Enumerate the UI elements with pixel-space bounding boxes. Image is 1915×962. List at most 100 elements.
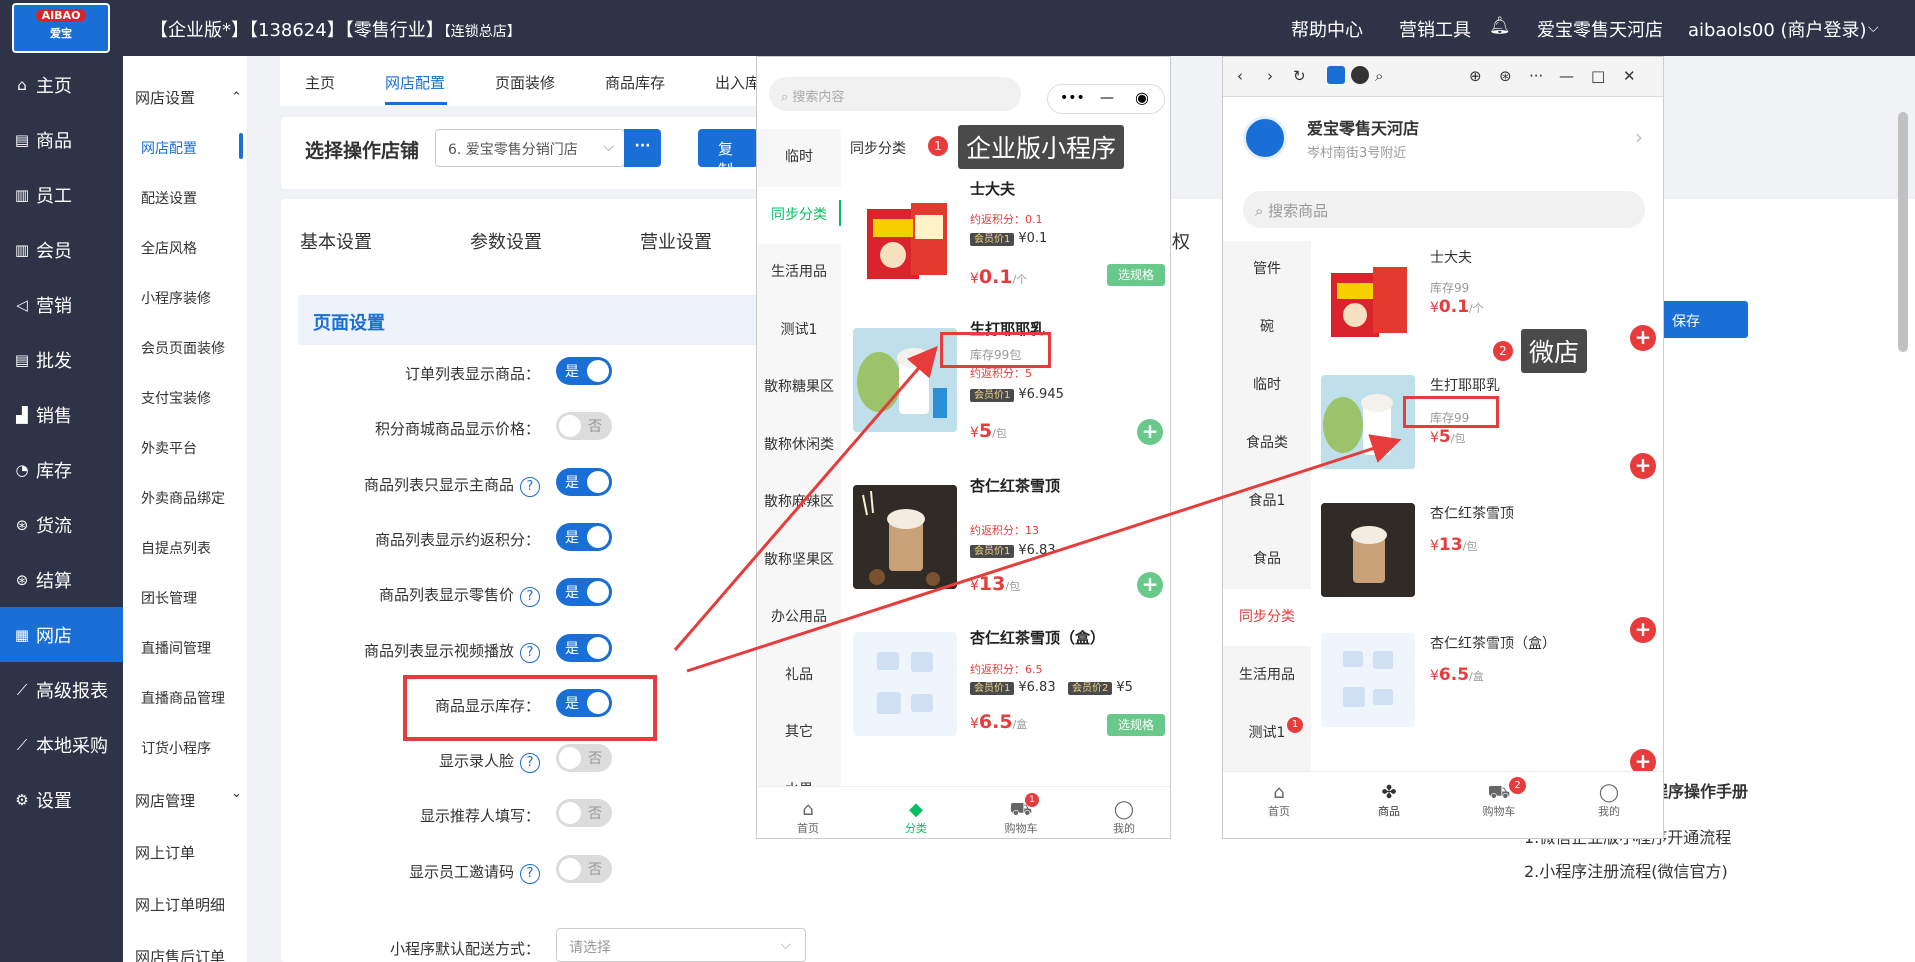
subnav-item-1[interactable]: 配送设置 [141, 188, 197, 208]
manual-link-2[interactable]: 2.小程序注册流程(微信官方) [1524, 858, 1728, 882]
chevron-right-icon[interactable]: › [1635, 125, 1643, 149]
sidebar-item-13[interactable]: ⚙ 设置 [0, 772, 123, 827]
close-icon[interactable]: ✕ [1623, 67, 1636, 85]
page-scrollbar[interactable] [1898, 112, 1908, 352]
product-image[interactable] [1321, 251, 1415, 345]
subnav-item-6[interactable]: 外卖平台 [141, 438, 197, 458]
sidebar-item-2[interactable]: ▥ 员工 [0, 167, 123, 222]
mp-search-input[interactable]: ⌕ 搜索内容 [769, 77, 1021, 111]
copy-button[interactable]: 复制 [698, 129, 758, 179]
ms-category-item[interactable]: 临时 [1223, 357, 1311, 414]
tab-page-decoration[interactable]: 页面装修 [495, 72, 555, 93]
select-spec-button[interactable]: 选规格 [1107, 714, 1165, 736]
subnav-item-5[interactable]: 支付宝装修 [141, 388, 211, 408]
setting-toggle[interactable]: 否 [556, 744, 612, 773]
media-icon[interactable] [1351, 66, 1369, 84]
mp-category-item[interactable]: 礼品 [757, 647, 841, 704]
ms-category-item[interactable]: 食品类 [1223, 415, 1311, 472]
ms-search-input[interactable]: ⌕ 搜索商品 [1243, 191, 1645, 228]
bottom-nav-item-1[interactable]: ✤ 商品 [1359, 783, 1419, 819]
sidebar-item-10[interactable]: ▦ 网店 [0, 607, 123, 662]
setting-toggle[interactable]: 是 [556, 633, 612, 662]
add-to-cart-button[interactable]: + [1630, 617, 1656, 643]
user-menu[interactable]: aibaols00 (商户登录) [1688, 16, 1867, 42]
mp-category-item[interactable]: 临时 [757, 129, 841, 186]
sidebar-item-8[interactable]: ⊛ 货流 [0, 497, 123, 552]
sidebar-item-7[interactable]: ◔ 库存 [0, 442, 123, 497]
tab-shop-config[interactable]: 网店配置 [385, 72, 445, 93]
tab-permission-settings[interactable]: 权 [1172, 228, 1190, 254]
subnav-mgmt-item-2[interactable]: 网店售后订单 [135, 946, 225, 962]
tab-stock-io[interactable]: 出入库 [715, 72, 760, 93]
sidebar-item-1[interactable]: ▤ 商品 [0, 112, 123, 167]
sidebar-item-11[interactable]: ⟋ 高级报表 [0, 662, 123, 717]
subnav-item-8[interactable]: 自提点列表 [141, 538, 211, 558]
add-to-cart-button[interactable]: + [1137, 572, 1163, 598]
store-more-button[interactable]: ··· [624, 129, 661, 167]
add-to-cart-button[interactable]: + [1630, 325, 1656, 351]
globe-icon[interactable]: ⊛ [1499, 67, 1512, 85]
chevron-up-icon[interactable]: ⌃ [231, 90, 242, 105]
mp-category-item[interactable]: 散称麻辣区 [757, 474, 841, 531]
ms-category-item[interactable]: 碗 [1223, 299, 1311, 356]
marketing-tools-link[interactable]: 营销工具 [1399, 16, 1471, 42]
setting-toggle[interactable]: 是 [556, 522, 612, 551]
subnav-mgmt-item-0[interactable]: 网上订单 [135, 842, 195, 863]
setting-toggle[interactable]: 是 [556, 467, 612, 496]
sidebar-item-4[interactable]: ◁ 营销 [0, 277, 123, 332]
tab-param-settings[interactable]: 参数设置 [470, 228, 542, 254]
ms-category-item[interactable]: 测试1 [1223, 705, 1311, 762]
subnav-item-11[interactable]: 直播商品管理 [141, 688, 225, 708]
subnav-item-10[interactable]: 直播间管理 [141, 638, 211, 658]
subnav-item-9[interactable]: 团长管理 [141, 588, 197, 608]
subnav-item-0[interactable]: 网店配置 [141, 138, 197, 158]
help-icon[interactable]: ? [520, 476, 540, 497]
bottom-nav-item-3[interactable]: ◯ 我的 [1579, 783, 1639, 819]
chevron-down-icon[interactable]: ⌄ [231, 786, 242, 801]
ms-category-item[interactable]: 管件 [1223, 241, 1311, 298]
subnav-item-12[interactable]: 订货小程序 [141, 738, 211, 758]
add-to-cart-button[interactable]: + [1630, 453, 1656, 479]
setting-toggle[interactable]: 否 [556, 412, 612, 441]
maximize-icon[interactable]: □ [1591, 67, 1605, 85]
more-icon[interactable]: ••• [1060, 90, 1085, 106]
setting-toggle[interactable]: 是 [556, 578, 612, 607]
bottom-nav-item-3[interactable]: ◯ 我的 [1094, 800, 1154, 836]
store-select[interactable]: 6. 爱宝零售分销门店 ⌵ [435, 129, 625, 167]
reload-icon[interactable]: ↻ [1293, 67, 1306, 85]
add-to-cart-button[interactable]: + [1137, 419, 1163, 445]
bottom-nav-item-0[interactable]: ⌂ 首页 [1249, 783, 1309, 819]
mp-category-item[interactable]: 同步分类 [757, 186, 841, 244]
chevron-down-icon[interactable]: ⌵ [1868, 20, 1879, 36]
sidebar-item-12[interactable]: ⟋ 本地采购 [0, 717, 123, 772]
setting-toggle[interactable]: 是 [556, 357, 612, 385]
minimize-icon[interactable]: — [1559, 67, 1574, 85]
mp-category-item[interactable]: 散称糖果区 [757, 359, 841, 416]
sidebar-item-0[interactable]: ⌂ 主页 [0, 57, 123, 112]
ms-category-item[interactable]: 食品1 [1223, 473, 1311, 530]
ms-category-item[interactable]: 同步分类 [1223, 589, 1311, 646]
mp-category-item[interactable]: 生活用品 [757, 244, 841, 301]
bottom-nav-item-0[interactable]: ⌂ 首页 [778, 800, 838, 836]
sidebar-item-3[interactable]: ▥ 会员 [0, 222, 123, 277]
help-center-link[interactable]: 帮助中心 [1291, 16, 1363, 42]
close-target-icon[interactable]: ◉ [1135, 88, 1149, 107]
product-image[interactable] [1321, 633, 1415, 727]
mp-category-item[interactable]: 散称休闲类 [757, 417, 841, 474]
bottom-nav-item-2[interactable]: ⛟ 购物车 [991, 800, 1051, 836]
search-icon[interactable]: ⌕ [1375, 67, 1383, 85]
ms-category-item[interactable]: 食品 [1223, 531, 1311, 588]
subnav-item-4[interactable]: 会员页面装修 [141, 338, 225, 358]
mp-category-item[interactable]: 散称坚果区 [757, 532, 841, 589]
tab-favicon-icon[interactable] [1327, 66, 1345, 84]
download-icon[interactable]: ⊕ [1469, 67, 1482, 85]
mp-category-item[interactable]: 其它 [757, 704, 841, 761]
subnav-item-2[interactable]: 全店风格 [141, 238, 197, 258]
current-store[interactable]: 爱宝零售天河店 [1537, 16, 1663, 42]
subnav-item-3[interactable]: 小程序装修 [141, 288, 211, 308]
ms-category-item[interactable]: 生活用品 [1223, 647, 1311, 704]
subnav-group-shop-settings[interactable]: 网店设置 [135, 87, 195, 108]
forward-icon[interactable]: › [1267, 67, 1273, 85]
mp-category-item[interactable]: 测试1 [757, 302, 841, 359]
bell-icon[interactable]: 🔔︎ [1489, 16, 1511, 36]
